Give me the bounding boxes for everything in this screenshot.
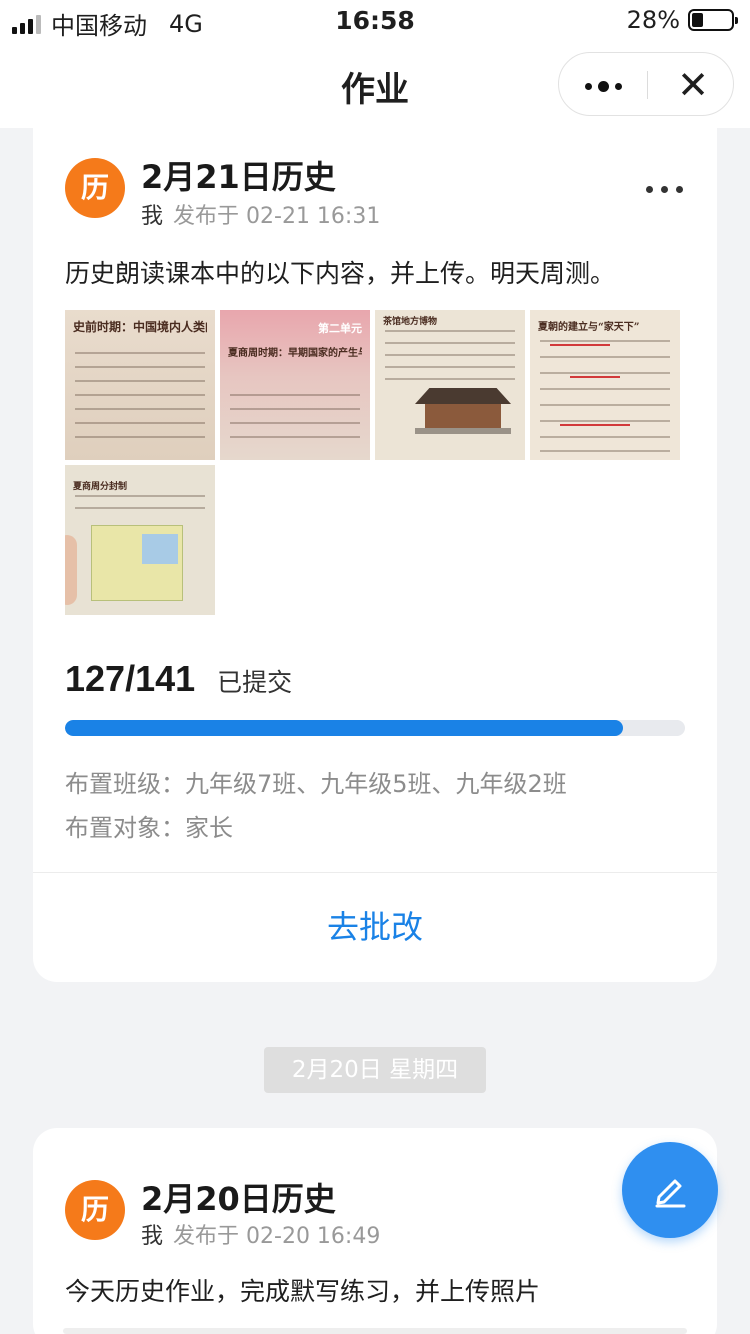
progress-fill xyxy=(65,720,624,736)
homework-description: 今天历史作业，完成默写练习，并上传照片 xyxy=(65,1277,541,1306)
submission-label: 已提交 xyxy=(217,668,293,697)
homework-title: 2月20日历史 xyxy=(141,1180,336,1218)
author-label: 我 xyxy=(141,1224,164,1249)
edit-pencil-icon xyxy=(655,1179,686,1208)
photo-header: 夏朝的建立与“家天下” xyxy=(538,322,640,333)
close-icon[interactable]: ✕ xyxy=(677,65,709,105)
homework-title: 2月21日历史 xyxy=(141,158,336,196)
assigned-target: 布置对象：家长 xyxy=(65,814,233,842)
photo-thumbnail[interactable]: 夏朝的建立与“家天下” xyxy=(530,310,680,460)
photo-unit: 第二单元 xyxy=(318,322,362,335)
submission-ratio: 127/141 xyxy=(65,658,196,699)
photo-thumbnail[interactable]: 史前时期：中国境内人类的活动 xyxy=(65,310,215,460)
capsule-divider xyxy=(647,71,648,99)
mini-program-capsule: ✕ xyxy=(558,52,734,116)
photo-thumbnail[interactable]: 第二单元 夏商周时期：早期国家的产生与社会变革 xyxy=(220,310,370,460)
building-illustration xyxy=(415,388,511,434)
date-separator: 2月20日 星期四 xyxy=(264,1047,486,1093)
photo-thumbnail[interactable]: 夏商周分封制 xyxy=(65,465,215,615)
photo-thumbnail[interactable]: 茶馆地方博物 xyxy=(375,310,525,460)
photo-header: 茶馆地方博物 xyxy=(383,317,438,327)
publish-time: 发布于 02-21 16:31 xyxy=(173,204,381,229)
photo-header: 夏商周分封制 xyxy=(73,482,128,492)
nav-bar: 作业 ✕ xyxy=(0,42,750,128)
battery-percent: 28% xyxy=(626,6,680,34)
card-more-icon[interactable] xyxy=(646,186,683,193)
homework-meta: 我发布于 02-20 16:49 xyxy=(141,1218,380,1250)
submission-progress-bar xyxy=(65,720,685,736)
status-bar: 中国移动 4G 16:58 28% xyxy=(0,0,750,42)
photo-header: 史前时期：中国境内人类的活动 xyxy=(73,320,207,334)
author-label: 我 xyxy=(141,204,164,229)
map-illustration xyxy=(91,525,183,601)
homework-meta: 我发布于 02-21 16:31 xyxy=(141,198,380,230)
homework-description: 历史朗读课本中的以下内容，并上传。明天周测。 xyxy=(65,259,616,288)
photo-header: 夏商周时期：早期国家的产生与社会变革 xyxy=(228,348,362,359)
new-homework-button[interactable] xyxy=(622,1142,718,1238)
homework-card[interactable]: 历 2月20日历史 我发布于 02-20 16:49 今天历史作业，完成默写练习… xyxy=(33,1128,717,1334)
grade-button[interactable]: 去批改 xyxy=(33,872,717,982)
subject-avatar: 历 xyxy=(65,1180,125,1240)
assigned-classes: 布置班级：九年级7班、九年级5班、九年级2班 xyxy=(65,770,567,798)
submission-count: 127/141 已提交 xyxy=(65,658,292,700)
battery-icon xyxy=(688,9,738,31)
more-dots-icon[interactable] xyxy=(585,81,622,92)
subject-avatar: 历 xyxy=(65,158,125,218)
publish-time: 发布于 02-20 16:49 xyxy=(173,1224,381,1249)
status-right: 28% xyxy=(626,6,738,34)
photo-strip-peek xyxy=(63,1328,687,1334)
homework-card[interactable]: 历 2月21日历史 我发布于 02-21 16:31 历史朗读课本中的以下内容，… xyxy=(33,120,717,982)
